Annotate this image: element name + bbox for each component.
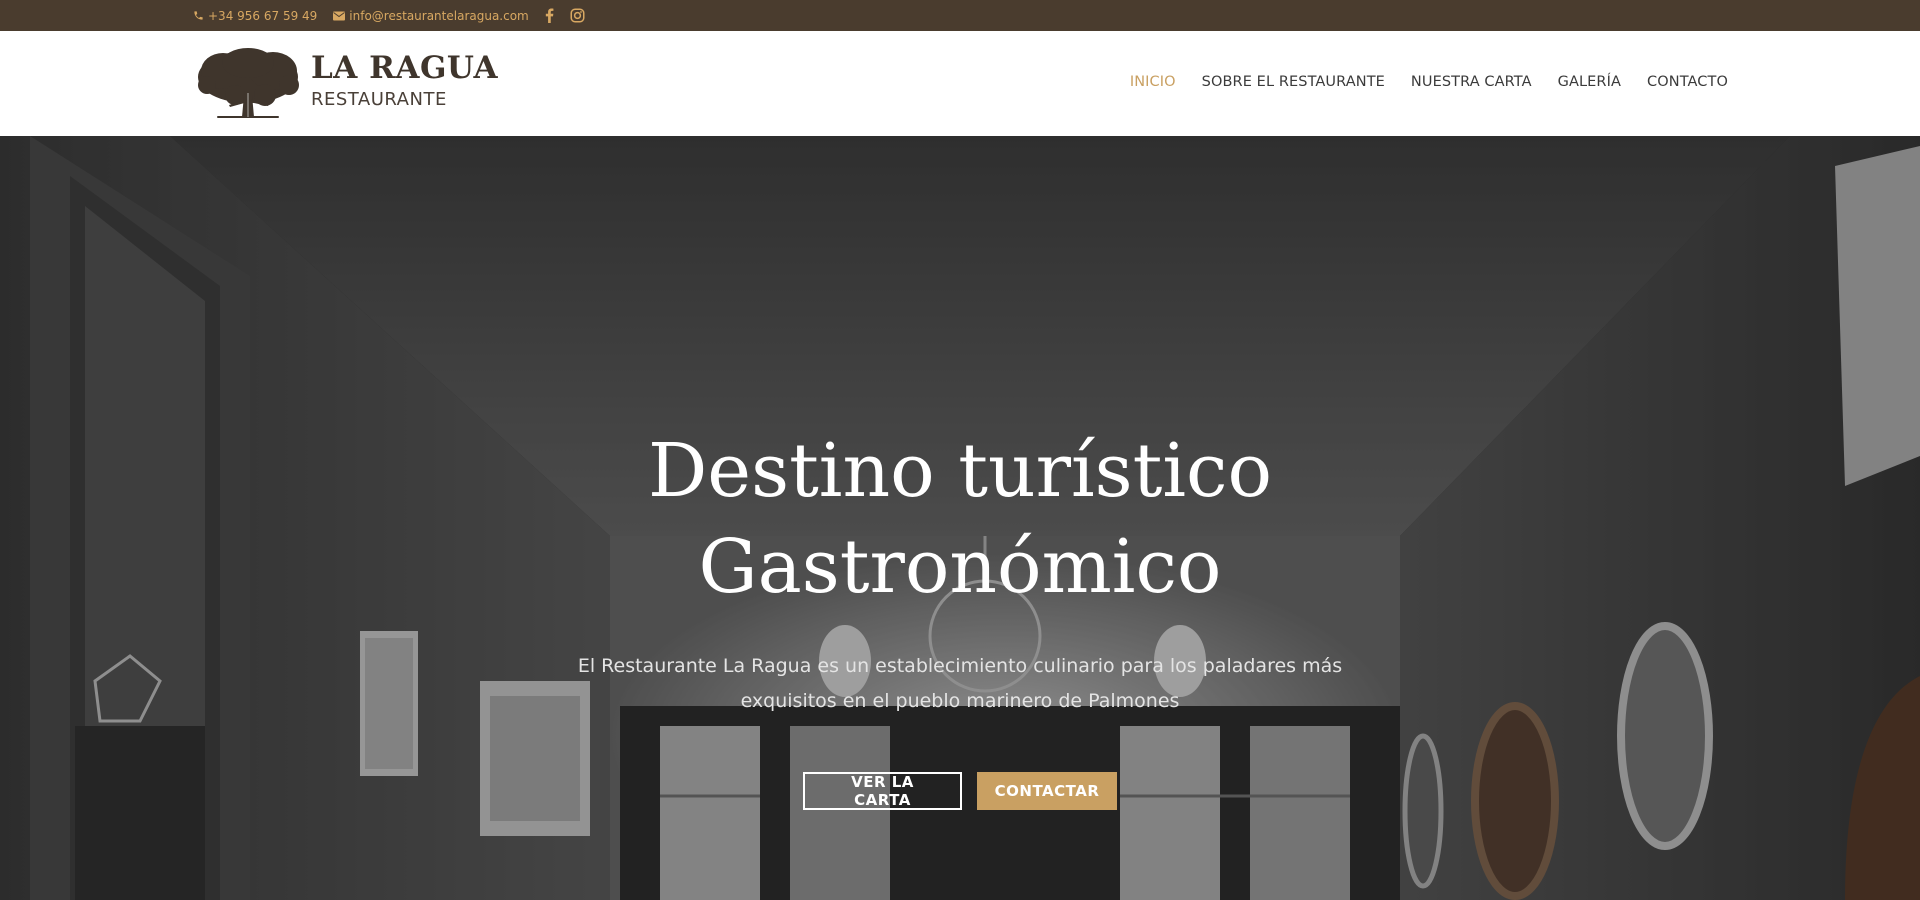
- main-nav: INICIO SOBRE EL RESTAURANTE NUESTRA CART…: [1130, 74, 1728, 90]
- hero-buttons: VER LA CARTA CONTACTAR: [0, 772, 1920, 810]
- logo-title: LA RAGUA: [311, 50, 499, 86]
- nav-item-sobre-el-restaurante[interactable]: SOBRE EL RESTAURANTE: [1202, 74, 1385, 90]
- top-bar-contacts: +34 956 67 59 49 info@restaurantelaragua…: [193, 0, 585, 31]
- nav-item-nuestra-carta[interactable]: NUESTRA CARTA: [1411, 74, 1532, 90]
- facebook-icon: [545, 8, 554, 23]
- logo-subtitle: RESTAURANTE: [311, 89, 447, 110]
- hero-description: El Restaurante La Ragua es un establecim…: [577, 655, 1343, 712]
- site-header: LA RAGUA RESTAURANTE INICIO SOBRE EL RES…: [0, 31, 1920, 136]
- phone-text: +34 956 67 59 49: [208, 8, 318, 23]
- mail-icon: [333, 11, 346, 20]
- email-link[interactable]: info@restaurantelaragua.com: [333, 8, 529, 23]
- instagram-icon: [570, 8, 585, 23]
- hero-title-line-2: Gastronómico: [698, 524, 1222, 610]
- tree-logo-icon: [198, 48, 299, 118]
- top-bar: +34 956 67 59 49 info@restaurantelaragua…: [0, 0, 1920, 31]
- phone-link[interactable]: +34 956 67 59 49: [193, 9, 317, 23]
- contact-button[interactable]: CONTACTAR: [977, 772, 1117, 810]
- email-text: info@restaurantelaragua.com: [349, 8, 529, 23]
- logo-text: LA RAGUA RESTAURANTE: [311, 53, 498, 109]
- instagram-link[interactable]: [570, 8, 585, 23]
- hero-title-line-1: Destino turístico: [647, 428, 1273, 514]
- hero-title: Destino turístico Gastronómico: [0, 423, 1920, 615]
- nav-item-contacto[interactable]: CONTACTO: [1647, 74, 1728, 90]
- phone-icon: [194, 11, 203, 20]
- hero-content: Destino turístico Gastronómico El Restau…: [0, 136, 1920, 900]
- nav-item-galeria[interactable]: GALERÍA: [1558, 74, 1621, 90]
- nav-item-inicio[interactable]: INICIO: [1130, 74, 1176, 90]
- hero-section: Destino turístico Gastronómico El Restau…: [0, 136, 1920, 900]
- facebook-link[interactable]: [545, 8, 554, 23]
- site-logo[interactable]: LA RAGUA RESTAURANTE: [195, 47, 498, 121]
- view-menu-button[interactable]: VER LA CARTA: [803, 772, 962, 810]
